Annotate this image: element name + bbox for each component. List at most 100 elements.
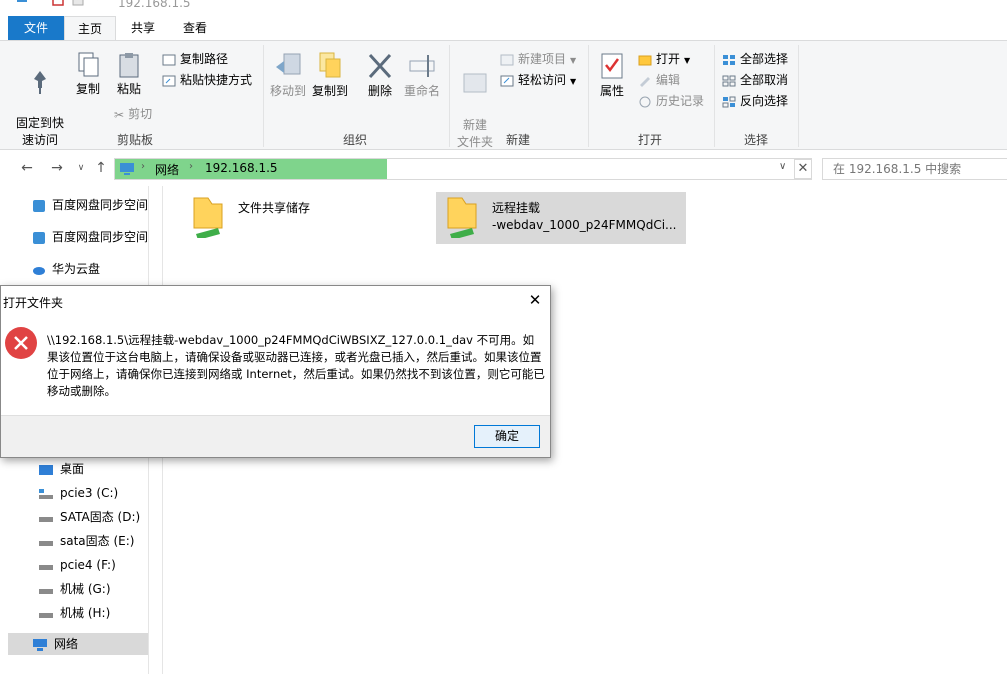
nav-item-desktop[interactable]: 桌面 [38, 458, 84, 480]
nav-item-network[interactable]: 网络 [8, 633, 148, 655]
network-share-folder-icon [447, 197, 477, 238]
paste-button[interactable]: 粘贴 [112, 51, 146, 98]
open-button[interactable]: 打开 ▼ [638, 49, 690, 69]
select-none-icon [722, 75, 736, 86]
nav-item-baidu-2[interactable]: 百度网盘同步空间 [32, 226, 148, 248]
stop-icon[interactable]: ✕ [794, 159, 812, 179]
back-icon[interactable]: ← [18, 158, 36, 178]
rename-icon [409, 55, 435, 77]
cut-button[interactable]: ✂ 剪切 [114, 104, 152, 124]
network-icon [33, 638, 47, 651]
new-folder-quick-icon[interactable] [72, 0, 84, 6]
drive-icon [39, 516, 53, 522]
system-drive-icon [39, 488, 53, 499]
edit-button[interactable]: 编辑 [638, 70, 680, 90]
dialog-footer: 确定 [1, 415, 550, 457]
copy-path-icon [162, 54, 176, 65]
nav-item-drive-d[interactable]: SATA固态 (D:) [38, 506, 140, 528]
nav-item-drive-g[interactable]: 机械 (G:) [38, 578, 111, 600]
delete-button[interactable]: 删除 [364, 51, 396, 100]
new-item-button[interactable]: 新建项目 ▼ [500, 49, 576, 69]
invert-selection-button[interactable]: 反向选择 [722, 91, 788, 111]
tab-view[interactable]: 查看 [172, 16, 218, 40]
delete-icon [368, 53, 392, 79]
select-all-icon [723, 54, 735, 65]
dialog-title: 打开文件夹 [3, 296, 64, 310]
invert-selection-label: 反向选择 [740, 94, 789, 108]
nav-item-label: 百度网盘同步空间 [52, 230, 149, 244]
address-bar[interactable]: › 网络 › 192.168.1.5 ∨ [114, 158, 812, 180]
history-label: 历史记录 [656, 94, 705, 108]
copy-to-label: 复制到 [311, 84, 348, 98]
new-folder-icon [463, 73, 487, 93]
paste-label: 粘贴 [116, 82, 141, 96]
breadcrumb-host[interactable]: 192.168.1.5 [205, 161, 278, 175]
new-folder-label: 新建 文件夹 [456, 118, 493, 149]
copy-path-button[interactable]: 复制路径 [162, 49, 228, 69]
new-group-label: 新建 [505, 133, 530, 147]
delete-label: 删除 [367, 84, 392, 98]
history-button[interactable]: 历史记录 [638, 91, 704, 111]
folder-item[interactable]: 文件共享储存 [182, 190, 432, 244]
move-to-button[interactable]: 移动到 [268, 51, 308, 100]
invert-selection-icon [722, 96, 736, 107]
paste-shortcut-label: 粘贴快捷方式 [180, 73, 253, 87]
group-divider [263, 45, 264, 147]
network-share-folder-icon [193, 197, 223, 238]
nav-item-label: 百度网盘同步空间 [52, 198, 149, 212]
recent-dropdown-icon[interactable]: ∨ [72, 158, 90, 178]
desktop-icon [39, 464, 53, 475]
up-icon[interactable]: ↑ [92, 158, 110, 178]
folder-item-selected[interactable]: 远程挂载 -webdav_1000_p24FMMQdCi... [436, 192, 686, 244]
pin-to-quick-access-button[interactable]: 固定到快 速访问 [12, 51, 68, 149]
nav-item-drive-e[interactable]: sata固态 (E:) [38, 530, 134, 552]
copy-path-label: 复制路径 [180, 52, 229, 66]
breadcrumb-network[interactable]: 网络 [155, 161, 179, 178]
tab-share[interactable]: 共享 [120, 16, 166, 40]
select-all-label: 全部选择 [740, 52, 789, 66]
forward-icon[interactable]: → [48, 158, 66, 178]
copy-icon [78, 52, 99, 77]
new-folder-button[interactable]: 新建 文件夹 [454, 51, 496, 151]
edit-icon [640, 76, 650, 87]
group-divider [714, 45, 715, 147]
select-none-button[interactable]: 全部取消 [722, 70, 788, 90]
error-icon [5, 327, 37, 359]
nav-item-huawei-cloud[interactable]: 华为云盘 [32, 258, 100, 280]
properties-button[interactable]: 属性 [594, 51, 630, 100]
network-icon [120, 163, 134, 175]
navigation-bar: ← → ∨ ↑ › 网络 › 192.168.1.5 ∨ ✕ 在 192.168… [0, 150, 1007, 186]
copy-button[interactable]: 复制 [72, 51, 104, 98]
baidu-cloud-icon [33, 199, 45, 212]
paste-icon [119, 53, 139, 78]
error-dialog: 打开文件夹 ✕ \\192.168.1.5\远程挂载-webdav_1000_p… [0, 285, 551, 458]
tab-file[interactable]: 文件 [8, 16, 64, 40]
nav-item-label: SATA固态 (D:) [60, 510, 141, 524]
nav-item-baidu-1[interactable]: 百度网盘同步空间 [32, 194, 148, 216]
close-icon[interactable]: ✕ [527, 292, 543, 308]
properties-quick-icon[interactable] [52, 0, 64, 6]
select-all-button[interactable]: 全部选择 [722, 49, 788, 69]
nav-item-label: sata固态 (E:) [60, 534, 135, 548]
paste-shortcut-icon [162, 75, 176, 86]
group-divider [798, 45, 799, 147]
easy-access-icon [500, 75, 514, 86]
new-item-label: 新建项目 [518, 52, 567, 66]
address-dropdown-icon[interactable]: ∨ [779, 161, 786, 172]
breadcrumb-separator-icon: › [141, 161, 145, 172]
easy-access-button[interactable]: 轻松访问 ▼ [500, 70, 576, 90]
tab-home[interactable]: 主页 [64, 16, 116, 40]
ok-button[interactable]: 确定 [474, 425, 540, 448]
quick-access-dropdown-icon[interactable]: ▼ [94, 0, 106, 4]
paste-shortcut-button[interactable]: 粘贴快捷方式 [162, 70, 252, 90]
copy-to-button[interactable]: 复制到 [310, 51, 350, 100]
scissors-icon: ✂ [114, 107, 125, 122]
drive-icon [39, 612, 53, 618]
nav-item-drive-c[interactable]: pcie3 (C:) [38, 482, 118, 504]
rename-button[interactable]: 重命名 [402, 51, 442, 100]
search-input[interactable]: 在 192.168.1.5 中搜索 [822, 158, 1007, 180]
nav-item-drive-h[interactable]: 机械 (H:) [38, 602, 110, 624]
drive-icon [39, 588, 53, 594]
nav-item-drive-f[interactable]: pcie4 (F:) [38, 554, 116, 576]
open-label: 打开 [656, 52, 681, 66]
